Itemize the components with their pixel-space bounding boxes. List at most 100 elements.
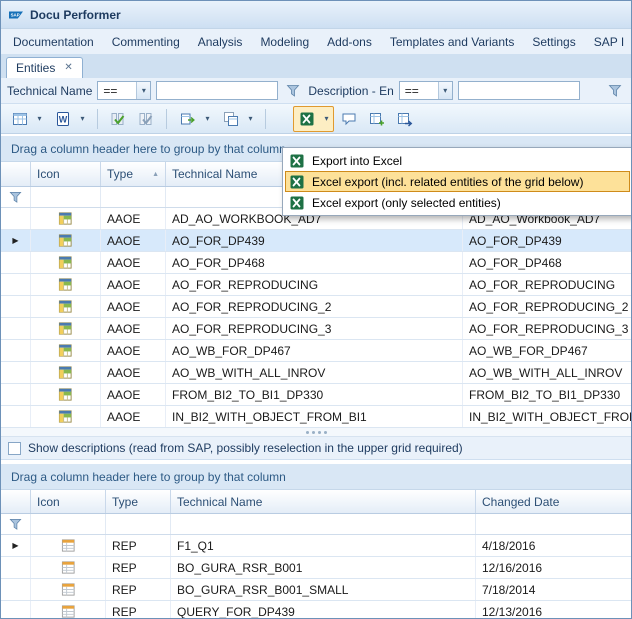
compare-structures-button[interactable] bbox=[105, 107, 131, 131]
table-row[interactable]: AAOE AO_FOR_REPRODUCING AO_FOR_REPRODUCI… bbox=[1, 274, 631, 296]
table-row[interactable]: AAOE AO_FOR_DP468 AO_FOR_DP468 bbox=[1, 252, 631, 274]
chevron-down-icon[interactable]: ▾ bbox=[438, 82, 452, 99]
menu-item-sap[interactable]: SAP I bbox=[585, 32, 632, 52]
column-header-icon[interactable]: Icon bbox=[31, 162, 101, 186]
filter-cell[interactable] bbox=[31, 514, 106, 534]
description-cell: AO_FOR_DP468 bbox=[463, 252, 631, 273]
operator-value: == bbox=[98, 82, 136, 99]
row-indicator bbox=[1, 318, 31, 339]
filter-cell[interactable] bbox=[101, 187, 166, 207]
title-bar: Docu Performer bbox=[1, 1, 631, 29]
technical-name-cell: AO_FOR_DP439 bbox=[166, 230, 463, 251]
chevron-down-icon[interactable]: ▾ bbox=[244, 107, 257, 131]
workbook-icon bbox=[31, 252, 101, 273]
menu-item-export-into-excel[interactable]: Export into Excel bbox=[285, 150, 630, 171]
word-export-group: ▾ bbox=[49, 106, 90, 132]
description-filter-input[interactable] bbox=[458, 81, 580, 100]
export-related-button[interactable] bbox=[175, 107, 201, 131]
splitter-handle[interactable] bbox=[1, 428, 631, 437]
table-row[interactable]: AAOE AO_WB_FOR_DP467 AO_WB_FOR_DP467 bbox=[1, 340, 631, 362]
filter-cell[interactable] bbox=[171, 514, 476, 534]
filter-options-button[interactable] bbox=[283, 81, 303, 101]
table-row[interactable]: ▶ AAOE AO_FOR_DP439 AO_FOR_DP439 bbox=[1, 230, 631, 252]
column-header-icon[interactable]: Icon bbox=[31, 490, 106, 513]
comment-bubble-icon bbox=[341, 111, 357, 127]
chevron-down-icon[interactable]: ▾ bbox=[136, 82, 150, 99]
menu-item-add-ons[interactable]: Add-ons bbox=[318, 32, 381, 52]
technical-name-cell: AO_FOR_REPRODUCING_3 bbox=[166, 318, 463, 339]
toolbar: ▾ ▾ ▾ ▾ ▾ bbox=[1, 104, 631, 134]
compare-check-alt-icon bbox=[138, 111, 154, 127]
table-row[interactable]: AAOE AO_WB_WITH_ALL_INROV AO_WB_WITH_ALL… bbox=[1, 362, 631, 384]
technical-name-cell: BO_GURA_RSR_B001_SMALL bbox=[171, 579, 476, 600]
compare-check-icon bbox=[110, 111, 126, 127]
menu-item-excel-export-incl-related[interactable]: Excel export (incl. related entities of … bbox=[285, 171, 630, 192]
table-row[interactable]: AAOE AO_FOR_REPRODUCING_3 AO_FOR_REPRODU… bbox=[1, 318, 631, 340]
grip-dots-icon bbox=[306, 431, 309, 434]
filter-cell[interactable] bbox=[476, 514, 631, 534]
table-row[interactable]: AAOE FROM_BI2_TO_BI1_DP330 FROM_BI2_TO_B… bbox=[1, 384, 631, 406]
column-header-type[interactable]: Type bbox=[106, 490, 171, 513]
chevron-down-icon[interactable]: ▾ bbox=[76, 107, 89, 131]
table-row[interactable]: AAOE IN_BI2_WITH_OBJECT_FROM_BI1 IN_BI2_… bbox=[1, 406, 631, 428]
filter-button[interactable] bbox=[605, 81, 625, 101]
filter-cell[interactable] bbox=[106, 514, 171, 534]
tab-entities[interactable]: Entities ✕ bbox=[6, 57, 83, 78]
excel-icon bbox=[289, 153, 305, 169]
workbook-icon bbox=[31, 406, 101, 427]
menu-item-excel-export-only-selected[interactable]: Excel export (only selected entities) bbox=[285, 192, 630, 213]
menu-item-documentation[interactable]: Documentation bbox=[4, 32, 103, 52]
table-row[interactable]: ▶ REP F1_Q1 4/18/2016 bbox=[1, 535, 631, 557]
type-cell: AAOE bbox=[101, 230, 166, 251]
description-operator-combo[interactable]: == ▾ bbox=[399, 81, 453, 100]
chevron-down-icon[interactable]: ▾ bbox=[33, 107, 46, 131]
row-indicator bbox=[1, 579, 31, 600]
menu-item-settings[interactable]: Settings bbox=[523, 32, 584, 52]
menu-item-templates-and-variants[interactable]: Templates and Variants bbox=[381, 32, 524, 52]
chevron-down-icon[interactable]: ▾ bbox=[201, 107, 214, 131]
operator-value: == bbox=[400, 82, 438, 99]
chevron-down-icon[interactable]: ▾ bbox=[320, 107, 333, 131]
auto-filter-row[interactable] bbox=[1, 514, 631, 535]
description-cell: FROM_BI2_TO_BI1_DP330 bbox=[463, 384, 631, 405]
word-export-button[interactable] bbox=[50, 107, 76, 131]
column-header-label: Type bbox=[107, 167, 133, 181]
export-copy-button[interactable] bbox=[218, 107, 244, 131]
column-header-type[interactable]: Type ▲ bbox=[101, 162, 166, 186]
table-row[interactable]: REP QUERY_FOR_DP439 12/13/2016 bbox=[1, 601, 631, 619]
menu-item-analysis[interactable]: Analysis bbox=[189, 32, 252, 52]
technical-name-cell: AO_WB_WITH_ALL_INROV bbox=[166, 362, 463, 383]
tab-strip: Entities ✕ bbox=[1, 54, 631, 78]
table-row[interactable]: REP BO_GURA_RSR_B001_SMALL 7/18/2014 bbox=[1, 579, 631, 601]
type-cell: AAOE bbox=[101, 296, 166, 317]
technical-name-filter-input[interactable] bbox=[156, 81, 278, 100]
table-forward-button[interactable] bbox=[392, 107, 418, 131]
changed-date-cell: 7/18/2014 bbox=[476, 579, 631, 600]
row-indicator bbox=[1, 252, 31, 273]
menu-item-modeling[interactable]: Modeling bbox=[251, 32, 318, 52]
filter-bar: Technical Name == ▾ Description - En == … bbox=[1, 78, 631, 104]
funnel-icon bbox=[607, 83, 623, 99]
show-descriptions-checkbox[interactable] bbox=[8, 442, 21, 455]
menu-item-commenting[interactable]: Commenting bbox=[103, 32, 189, 52]
workbook-icon bbox=[31, 318, 101, 339]
description-cell: AO_WB_FOR_DP467 bbox=[463, 340, 631, 361]
close-icon[interactable]: ✕ bbox=[64, 63, 72, 73]
table-row[interactable]: REP BO_GURA_RSR_B001 12/16/2016 bbox=[1, 557, 631, 579]
table-row[interactable]: AAOE AO_FOR_REPRODUCING_2 AO_FOR_REPRODU… bbox=[1, 296, 631, 318]
table-add-button[interactable] bbox=[364, 107, 390, 131]
report-grid-button[interactable] bbox=[7, 107, 33, 131]
comments-button[interactable] bbox=[336, 107, 362, 131]
excel-export-button[interactable] bbox=[294, 107, 320, 131]
column-header-changed-date[interactable]: Changed Date bbox=[476, 490, 631, 513]
column-header-technical-name[interactable]: Technical Name bbox=[171, 490, 476, 513]
report-icon bbox=[31, 579, 106, 600]
technical-name-cell: AO_FOR_DP468 bbox=[166, 252, 463, 273]
row-indicator bbox=[1, 601, 31, 619]
funnel-icon bbox=[8, 517, 23, 532]
filter-cell[interactable] bbox=[31, 187, 101, 207]
technical-name-operator-combo[interactable]: == ▾ bbox=[97, 81, 151, 100]
type-cell: AAOE bbox=[101, 318, 166, 339]
header-indicator-cell bbox=[1, 162, 31, 186]
compare-versions-button[interactable] bbox=[133, 107, 159, 131]
